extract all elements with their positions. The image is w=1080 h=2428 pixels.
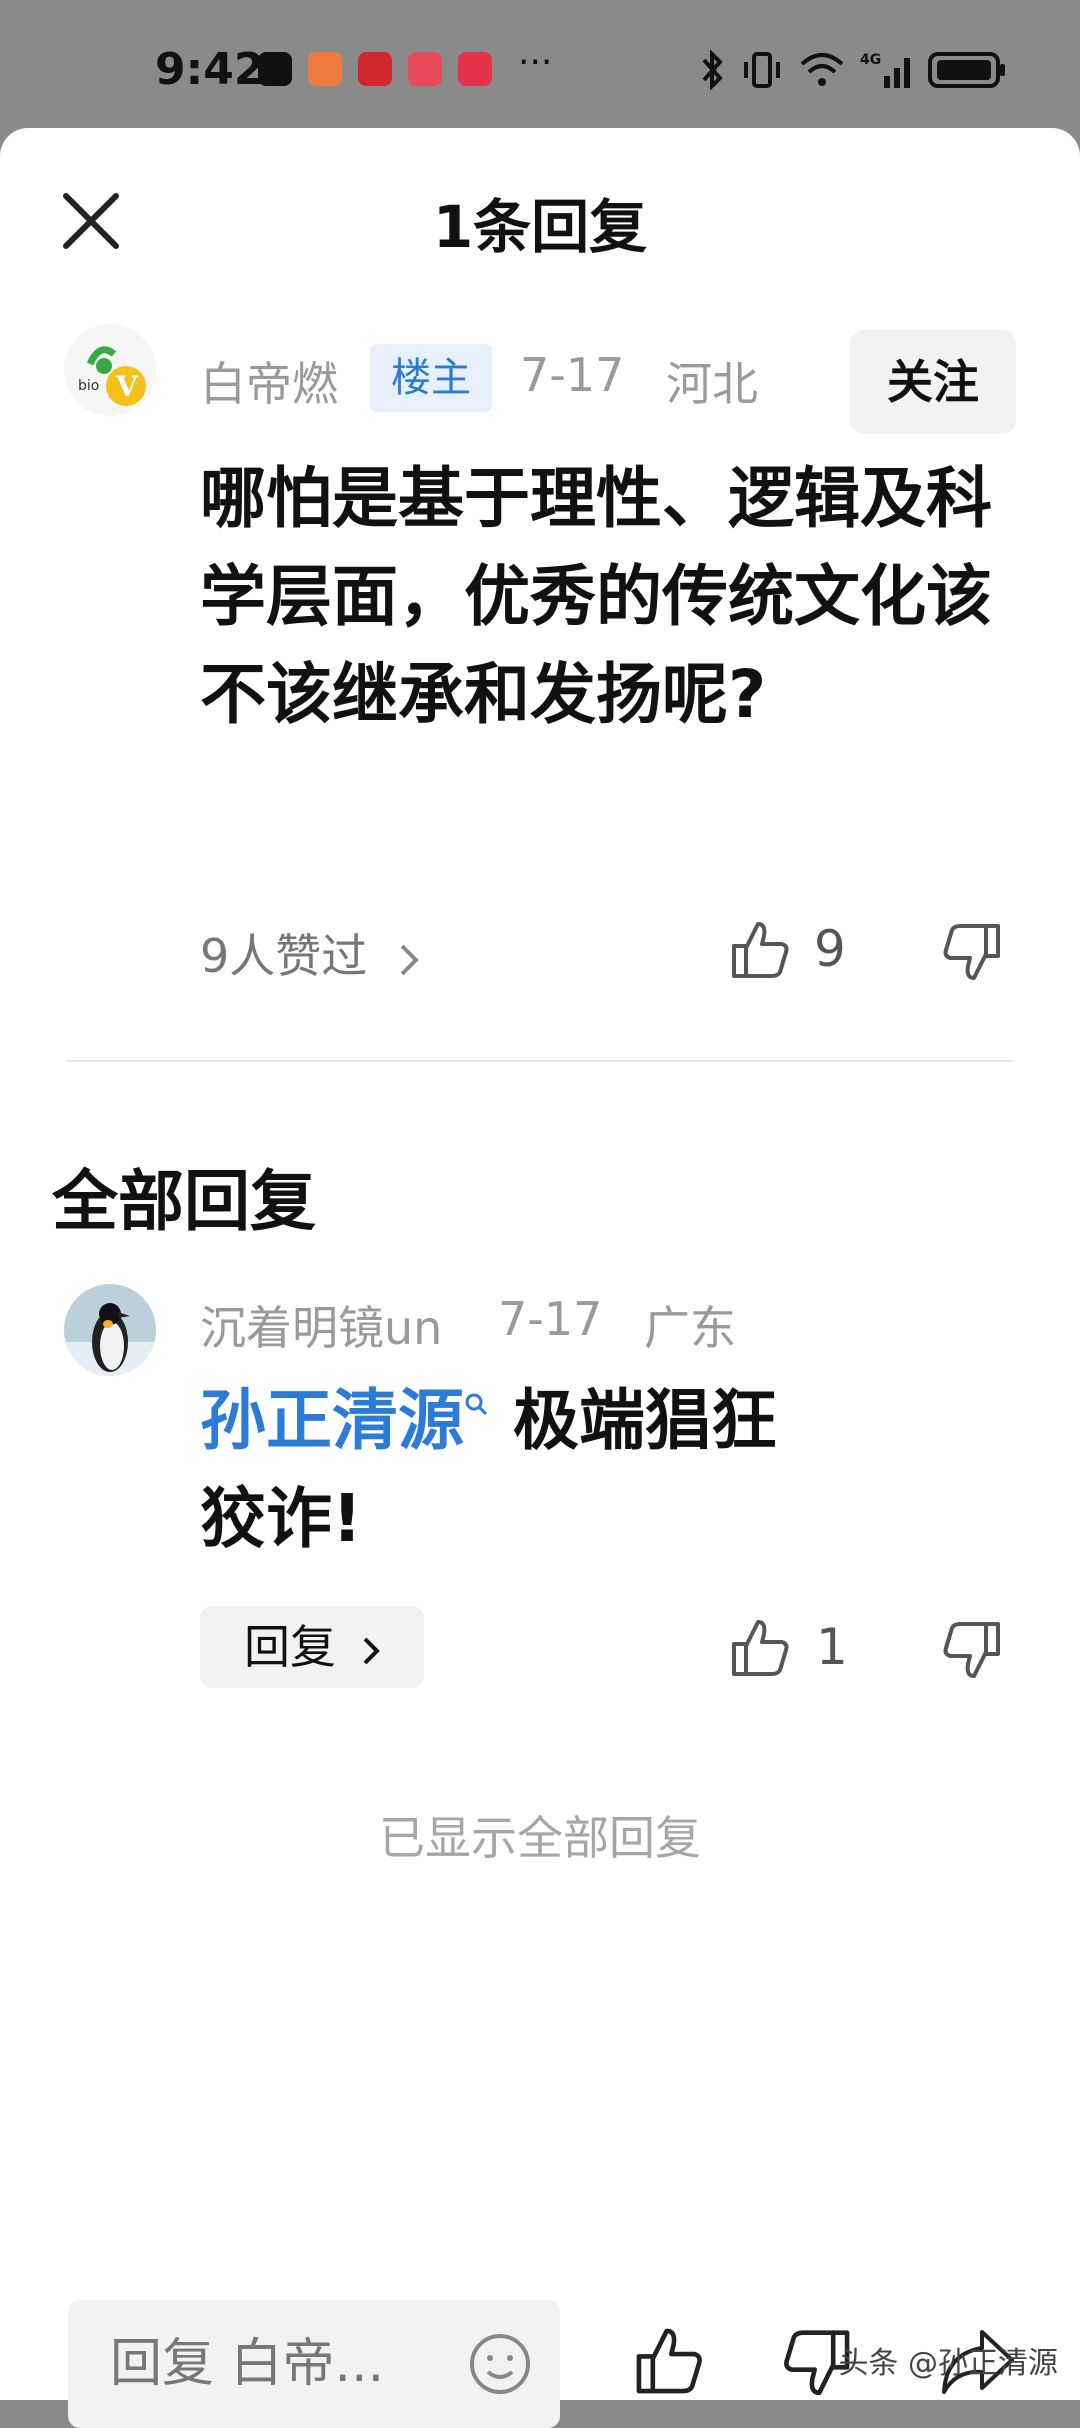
post-location: 河北 [666,357,758,411]
thumbs-down-icon[interactable] [940,922,1004,986]
status-time: 9:42 [155,44,265,95]
reply-text-1: 极端猖狂 [490,1382,777,1459]
reply-date: 7-17 [498,1292,603,1346]
likers-link[interactable]: 9人赞过 [200,920,424,986]
health-icon [308,52,342,86]
reply-avatar[interactable] [64,1284,156,1376]
thumbs-up-icon[interactable] [632,2324,706,2398]
signal-4g-icon: 4G [860,52,910,88]
thumbs-down-icon[interactable] [940,1620,1004,1684]
huawei-mall-icon [458,52,492,86]
study-app-icon [358,52,392,86]
reply-button[interactable]: 回复 [200,1606,424,1688]
chevron-right-icon [363,1637,380,1664]
reply-location: 广东 [644,1301,736,1355]
mention-link[interactable]: 孙正清源 [200,1382,464,1459]
reply-input[interactable]: 回复 白帝... [68,2300,560,2428]
all-replies-heading: 全部回复 [52,1163,316,1240]
author-name[interactable]: 白帝燃 [200,348,338,414]
battery-icon [928,52,1005,88]
reply-like-count: 1 [816,1618,848,1676]
post-like-count: 9 [814,920,846,978]
search-icon [465,1393,488,1416]
post-content: 哪怕是基于理性、逻辑及科学层面，优秀的传统文化该不该继承和发扬呢? [200,460,992,733]
thumbs-up-icon[interactable] [728,1616,792,1680]
likers-text: 9人赞过 [200,929,368,983]
reply-text-2: 狡诈! [200,1480,363,1557]
post-date: 7-17 [520,348,625,402]
vibrate-icon [744,52,780,88]
svg-text:4G: 4G [860,52,881,68]
reply-content: 孙正清源 极端猖狂狡诈! [200,1372,1000,1568]
more-notifications-icon: ··· [518,42,553,83]
emoji-icon[interactable] [468,2332,532,2396]
author-avatar[interactable]: bio V [64,324,156,416]
reply-sheet: 1条回复 bio V 白帝燃 楼主 7-17 河北 关注 哪怕是基于理性、逻辑及… [0,128,1080,2428]
divider [66,1060,1012,1062]
wifi-icon [800,53,844,86]
follow-button[interactable]: 关注 [850,330,1016,434]
reply-author[interactable]: 沉着明镜un [200,1292,442,1358]
reply-button-label: 回复 [244,1620,336,1674]
qq-icon [258,52,292,86]
end-of-replies-note: 已显示全部回复 [379,1811,701,1865]
svg-text:V: V [115,370,139,403]
book-icon [408,52,442,86]
op-badge: 楼主 [370,344,492,412]
status-bar: 9:42 ··· 4G [0,0,1080,128]
bluetooth-icon [702,50,723,90]
page-title: 1条回复 [432,193,648,261]
chevron-right-icon [400,944,419,975]
thumbs-up-icon[interactable] [728,918,792,982]
reply-input-placeholder: 回复 白帝... [110,2334,385,2394]
watermark: 头条 @孙正清源 [838,2346,1058,2381]
svg-text:bio: bio [78,378,99,394]
